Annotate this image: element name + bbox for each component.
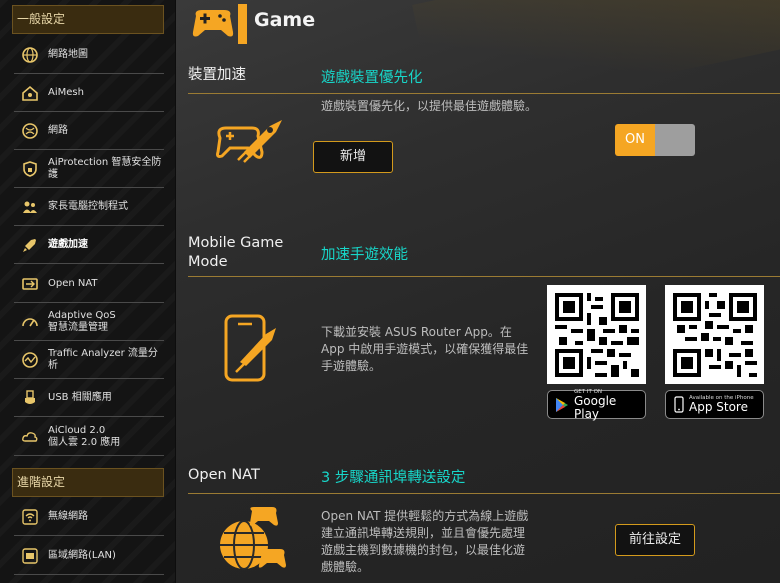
analyzer-icon bbox=[20, 350, 40, 370]
sidebar-item-parental-controls[interactable]: 家長電腦控制程式 bbox=[14, 188, 164, 226]
open-nat-description: Open NAT 提供輕鬆的方式為線上遊戲建立通訊埠轉送規則，並且會優先處理遊戲… bbox=[321, 509, 529, 574]
shield-icon bbox=[20, 159, 40, 179]
sidebar-item-adaptive-qos[interactable]: Adaptive QoS 智慧流量管理 bbox=[14, 303, 164, 341]
globe-icon bbox=[20, 45, 40, 65]
general-settings-header: 一般設定 bbox=[12, 5, 164, 34]
wifi-icon bbox=[20, 507, 40, 527]
page-title: Game bbox=[254, 9, 316, 31]
home-mesh-icon bbox=[20, 83, 40, 103]
main-content: Game 裝置加速 遊戲裝置優先化 遊戲裝置優先化，以提供最佳遊戲體驗。 新增 … bbox=[176, 0, 780, 583]
lan-icon bbox=[20, 546, 40, 566]
sidebar-item-traffic-analyzer[interactable]: Traffic Analyzer 流量分析 bbox=[14, 341, 164, 379]
sidebar-item-network[interactable]: 網路 bbox=[14, 112, 164, 150]
section-divider bbox=[188, 93, 780, 94]
globe-controller-icon bbox=[214, 505, 288, 581]
nat-icon bbox=[20, 274, 40, 294]
google-play-badge[interactable]: GET IT ON Google Play bbox=[547, 389, 646, 421]
phone-rocket-icon bbox=[220, 312, 280, 388]
go-to-settings-button[interactable]: 前往設定 bbox=[615, 524, 695, 556]
toggle-on-label: ON bbox=[615, 124, 655, 156]
device-boost-label: 裝置加速 bbox=[188, 67, 246, 83]
cloud-icon bbox=[20, 427, 40, 447]
sidebar: 一般設定 網路地圖 AiMesh 網路 AiProtection 智慧安全防護 … bbox=[0, 0, 175, 583]
sidebar-item-lan[interactable]: 區域網路(LAN) bbox=[14, 537, 164, 575]
sidebar-item-aicloud[interactable]: AiCloud 2.0 個人雲 2.0 應用 bbox=[14, 418, 164, 456]
usb-icon bbox=[20, 388, 40, 408]
sidebar-item-aiprotection[interactable]: AiProtection 智慧安全防護 bbox=[14, 150, 164, 188]
sidebar-item-aimesh[interactable]: AiMesh bbox=[14, 74, 164, 112]
google-play-text: Google Play bbox=[574, 393, 617, 421]
sidebar-item-usb[interactable]: USB 相關應用 bbox=[14, 379, 164, 417]
play-store-icon bbox=[555, 397, 569, 413]
app-store-text: App Store bbox=[689, 400, 748, 414]
device-boost-description: 遊戲裝置優先化，以提供最佳遊戲體驗。 bbox=[321, 99, 538, 113]
iphone-icon bbox=[674, 396, 684, 413]
qr-code-android bbox=[547, 285, 646, 384]
add-device-button[interactable]: 新增 bbox=[313, 141, 393, 173]
mobile-game-heading: 加速手遊效能 bbox=[321, 247, 408, 263]
device-boost-toggle[interactable]: ON bbox=[615, 124, 695, 156]
network-globe-icon bbox=[20, 121, 40, 141]
advanced-settings-header: 進階設定 bbox=[12, 468, 164, 497]
sidebar-item-wireless[interactable]: 無線網路 bbox=[14, 498, 164, 536]
mobile-game-label: Mobile Game Mode bbox=[188, 235, 284, 270]
app-store-badge[interactable]: Available on the iPhone App Store bbox=[665, 390, 764, 419]
rocket-icon bbox=[20, 235, 40, 255]
section-divider bbox=[188, 276, 780, 277]
open-nat-heading: 3 步驟通訊埠轉送設定 bbox=[321, 470, 466, 486]
section-divider bbox=[188, 493, 780, 494]
gamepad-title-icon bbox=[190, 4, 256, 48]
toggle-off-area bbox=[655, 124, 695, 156]
open-nat-label: Open NAT bbox=[188, 467, 260, 483]
mobile-game-description: 下載並安裝 ASUS Router App。在 App 中啟用手遊模式，以確保獲… bbox=[321, 325, 529, 373]
sidebar-item-network-map[interactable]: 網路地圖 bbox=[14, 36, 164, 74]
speedometer-icon bbox=[20, 312, 40, 332]
sidebar-item-open-nat[interactable]: Open NAT bbox=[14, 265, 164, 303]
qr-code-ios bbox=[665, 285, 764, 384]
sidebar-item-game-boost[interactable]: 遊戲加速 bbox=[14, 226, 164, 264]
family-icon bbox=[20, 197, 40, 217]
rocket-controller-icon bbox=[214, 112, 286, 172]
device-boost-heading: 遊戲裝置優先化 bbox=[321, 70, 423, 86]
